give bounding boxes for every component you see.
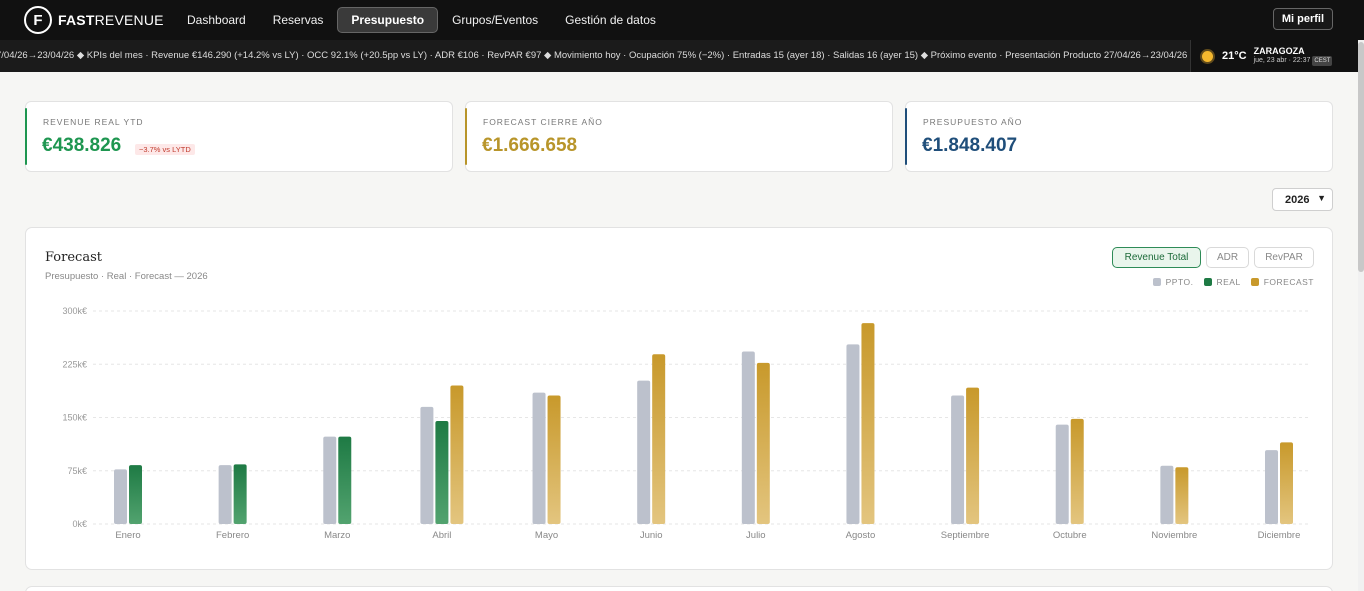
bar-forecast[interactable]	[547, 395, 561, 524]
kpi-card-forecast: FORECAST CIERRE AÑO €1.666.658	[465, 101, 893, 172]
bar-ppto[interactable]	[1055, 424, 1069, 524]
profile-button[interactable]: Mi perfil	[1272, 8, 1333, 30]
bar-ppto[interactable]	[420, 406, 434, 524]
scrollbar-thumb[interactable]	[1358, 42, 1364, 272]
tab-revpar[interactable]: RevPAR	[1254, 247, 1314, 268]
brand-name-light: REVENUE	[94, 12, 164, 28]
kpi-label: FORECAST CIERRE AÑO	[483, 117, 603, 127]
kpi-delta-badge: −3.7% vs LYTD	[135, 144, 195, 155]
x-tick-label: Julio	[746, 530, 766, 541]
nav-item-grupos-eventos[interactable]: Grupos/Eventos	[439, 8, 551, 32]
top-navigation: F FASTREVENUE Dashboard Reservas Presupues…	[0, 0, 1364, 40]
weather-temperature: 21°C	[1222, 50, 1247, 62]
kpi-value: €438.826	[42, 135, 122, 156]
y-tick-label: 150k€	[62, 413, 87, 423]
y-tick-label: 300k€	[62, 306, 87, 316]
x-tick-label: Noviembre	[1151, 530, 1197, 541]
bar-ppto[interactable]	[846, 344, 860, 524]
bar-forecast[interactable]	[756, 362, 770, 524]
x-tick-label: Abril	[432, 530, 451, 541]
bar-real[interactable]	[435, 421, 449, 524]
bar-real[interactable]	[338, 436, 352, 524]
y-tick-label: 75k€	[67, 466, 87, 476]
bar-forecast[interactable]	[861, 323, 875, 524]
chevron-down-icon: ▼	[1317, 193, 1326, 203]
ticker-text: 7/04/26→23/04/26 ◆ KPIs del mes · Revenu…	[0, 50, 1190, 61]
x-tick-label: Septiembre	[941, 530, 990, 541]
tab-adr[interactable]: ADR	[1206, 247, 1249, 268]
nav-menu: Dashboard Reservas Presupuesto Grupos/Event…	[174, 7, 670, 33]
bar-ppto[interactable]	[114, 469, 127, 524]
kpi-label: PRESUPUESTO AÑO	[923, 117, 1023, 127]
kpi-ticker: 7/04/26→23/04/26 ◆ KPIs del mes · Revenu…	[0, 40, 1364, 72]
nav-item-gesti-n-de-datos[interactable]: Gestión de datos	[552, 8, 669, 32]
nav-item-dashboard[interactable]: Dashboard	[174, 8, 259, 32]
bar-forecast[interactable]	[652, 354, 666, 524]
weather-date: jue, 23 abr · 22:37	[1253, 57, 1311, 64]
bar-ppto[interactable]	[323, 436, 337, 524]
brand-name-bold: FAST	[58, 12, 95, 28]
logo-icon: F	[24, 6, 52, 34]
bar-forecast[interactable]	[1175, 467, 1189, 524]
bar-real[interactable]	[233, 464, 247, 524]
bar-ppto[interactable]	[1160, 465, 1174, 524]
legend-item-real: REAL	[1203, 277, 1241, 287]
tab-revenue-total[interactable]: Revenue Total	[1112, 247, 1201, 268]
x-tick-label: Enero	[115, 530, 140, 541]
x-tick-label: Diciembre	[1258, 530, 1301, 541]
nav-item-presupuesto[interactable]: Presupuesto	[337, 7, 439, 33]
bar-ppto[interactable]	[218, 465, 232, 524]
x-tick-label: Agosto	[846, 530, 876, 541]
weather-widget: 21°C ZARAGOZA jue, 23 abr · 22:37 CEST	[1190, 40, 1364, 72]
bar-real[interactable]	[129, 465, 142, 524]
x-tick-label: Mayo	[535, 530, 558, 541]
x-tick-label: Febrero	[216, 530, 249, 541]
year-select-value: 2026	[1285, 193, 1310, 206]
kpi-value: €1.666.658	[482, 135, 578, 156]
chart-legend: PPTO. REAL FORECAST	[1143, 277, 1314, 287]
chart-title: Forecast	[45, 250, 102, 265]
kpi-value: €1.848.407	[922, 135, 1018, 156]
legend-item-forecast: FORECAST	[1250, 277, 1314, 287]
kpi-label: REVENUE REAL YTD	[43, 117, 144, 127]
kpi-card-presupuesto: PRESUPUESTO AÑO €1.848.407	[905, 101, 1333, 172]
bar-forecast[interactable]	[966, 387, 980, 524]
forecast-chart: 0k€ 75k€ 150k€ 225k€ 300k€ Enero Febrero Marzo A…	[62, 306, 1310, 541]
y-tick-label: 225k€	[62, 359, 87, 369]
bar-ppto[interactable]	[951, 395, 965, 524]
sun-icon	[1202, 50, 1213, 62]
x-tick-label: Marzo	[324, 530, 350, 541]
bar-ppto[interactable]	[741, 351, 755, 524]
chart-subtitle: Presupuesto · Real · Forecast — 2026	[45, 271, 208, 282]
nav-item-reservas[interactable]: Reservas	[260, 8, 337, 32]
weather-city: ZARAGOZA	[1253, 46, 1305, 56]
x-tick-label: Octubre	[1053, 530, 1087, 541]
bar-forecast[interactable]	[450, 385, 464, 524]
y-tick-label: 0k€	[72, 519, 87, 529]
bar-forecast[interactable]	[1070, 418, 1084, 524]
legend-item-ppto: PPTO.	[1152, 277, 1194, 287]
bar-ppto[interactable]	[637, 380, 651, 524]
next-section-card	[25, 586, 1333, 591]
kpi-card-revenue-real: REVENUE REAL YTD €438.826 −3.7% vs LYTD	[25, 101, 453, 172]
brand-logo[interactable]: F FASTREVENUE	[24, 6, 174, 34]
bar-ppto[interactable]	[532, 392, 546, 524]
forecast-chart-card: 0k€ 75k€ 150k€ 225k€ 300k€ Enero Febrero Marzo A…	[25, 227, 1333, 570]
year-select[interactable]: 2026 ▼	[1272, 188, 1333, 211]
x-tick-label: Junio	[640, 530, 663, 541]
bar-ppto[interactable]	[1265, 450, 1278, 524]
timezone-badge: CEST	[1312, 56, 1333, 66]
bar-forecast[interactable]	[1280, 442, 1293, 524]
